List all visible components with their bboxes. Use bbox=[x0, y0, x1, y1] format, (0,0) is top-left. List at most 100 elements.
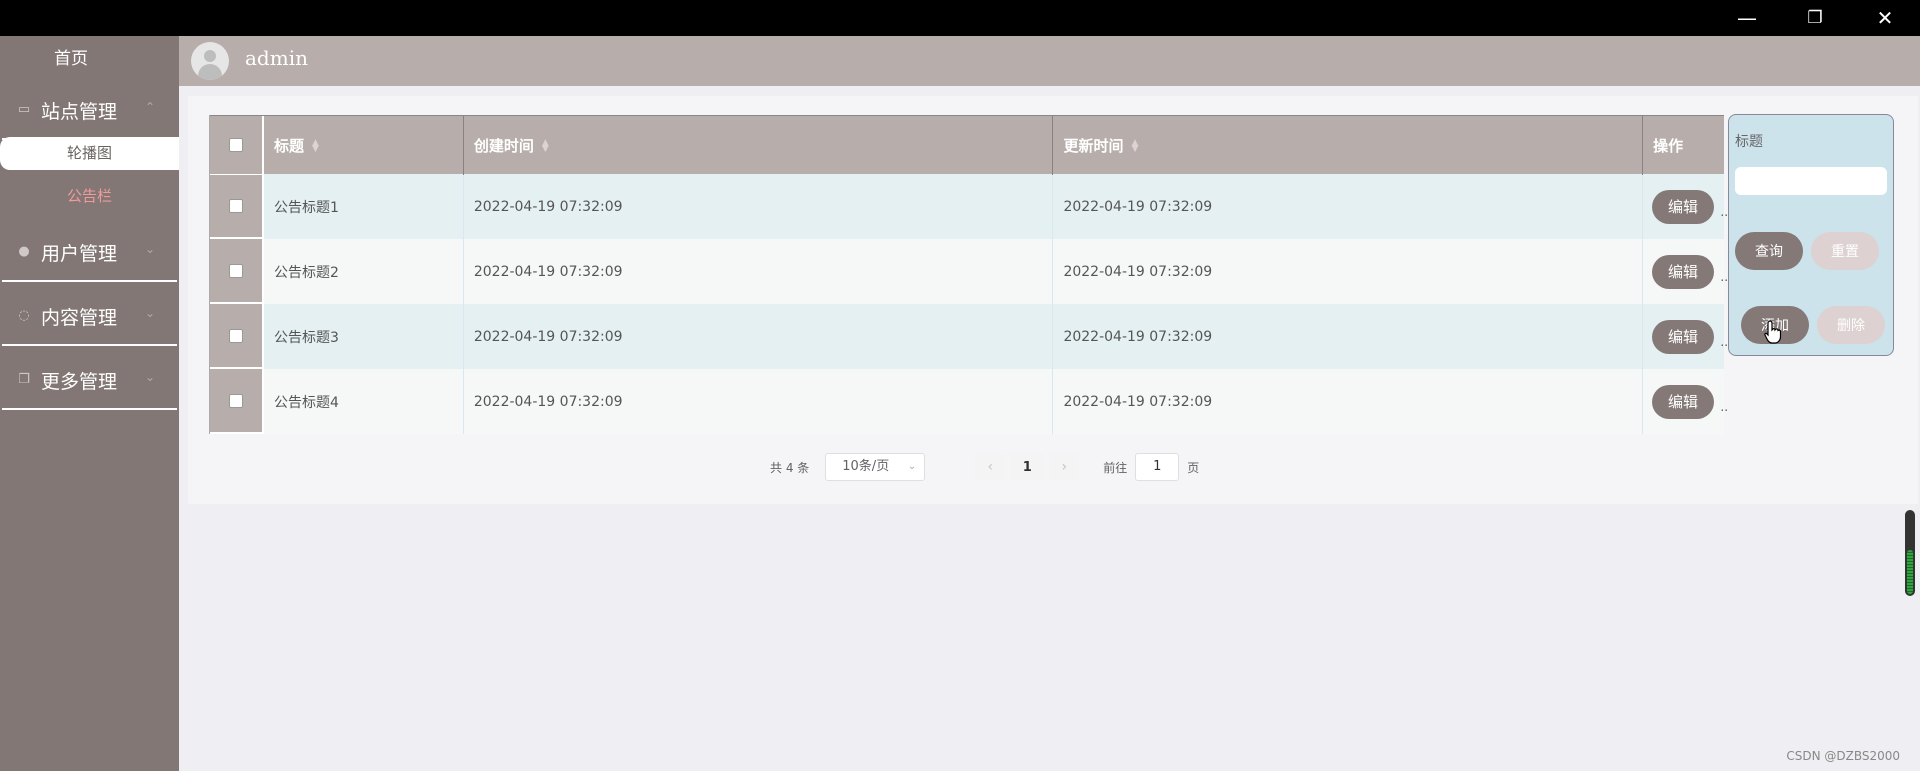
cell-created: 2022-04-19 07:32:09 bbox=[464, 239, 1054, 304]
title-filter-input[interactable] bbox=[1735, 167, 1887, 195]
header-checkbox-cell bbox=[210, 116, 264, 175]
sort-icon[interactable]: ▲ ▼ bbox=[542, 138, 550, 153]
avatar-body-shape bbox=[198, 64, 222, 80]
column-header-label: 标题 bbox=[273, 137, 304, 155]
chevron-up-icon: ⌃ bbox=[144, 100, 155, 114]
cell-action: 编辑 .. bbox=[1643, 174, 1728, 239]
sidebar-item-carousel[interactable]: 轮播图 bbox=[0, 137, 179, 170]
search-panel: 标题 查询 重置 添加 删除 bbox=[1728, 114, 1894, 356]
cell-action: 编辑 .. bbox=[1643, 369, 1728, 434]
page-size-select[interactable]: 10条/页 ⌄ bbox=[825, 453, 926, 481]
prev-page-button[interactable]: ‹ bbox=[975, 453, 1006, 481]
edit-button[interactable]: 编辑 bbox=[1652, 254, 1715, 289]
overflow-ellipsis: .. bbox=[1720, 400, 1729, 414]
sidebar-group-label: 更多管理 bbox=[41, 371, 118, 393]
cell-title: 公告标题4 bbox=[264, 369, 464, 434]
cell-created: 2022-04-19 07:32:09 bbox=[464, 304, 1054, 369]
hand-cursor-icon bbox=[1764, 320, 1782, 344]
close-icon[interactable]: ✕ bbox=[1850, 0, 1920, 36]
cell-title: 公告标题2 bbox=[264, 239, 464, 304]
notice-table: 标题 ▲ ▼ 创建时间 ▲ ▼ 更新时间 ▲ ▼ 操作 公告标题1 2022-04-1… bbox=[209, 115, 1728, 434]
row-checkbox-cell bbox=[210, 174, 264, 239]
goto-page-input[interactable]: 1 bbox=[1135, 453, 1180, 481]
overflow-ellipsis: .. bbox=[1720, 335, 1729, 349]
table-row: 公告标题3 2022-04-19 07:32:09 2022-04-19 07:… bbox=[210, 304, 1728, 369]
column-header-created[interactable]: 创建时间 ▲ ▼ bbox=[464, 116, 1054, 175]
edit-button[interactable]: 编辑 bbox=[1652, 319, 1715, 354]
row-checkbox[interactable] bbox=[228, 393, 243, 408]
next-page-button[interactable]: › bbox=[1049, 453, 1080, 481]
user-icon: ● bbox=[18, 244, 30, 259]
pagination: 共 4 条 10条/页 ⌄ ‹ 1 › 前往 1 页 bbox=[770, 453, 1199, 481]
chevron-down-icon: ⌄ bbox=[907, 461, 917, 472]
page-unit-label: 页 bbox=[1187, 460, 1200, 475]
cell-action: 编辑 .. bbox=[1643, 304, 1728, 369]
row-checkbox[interactable] bbox=[228, 198, 243, 213]
sidebar: 首页 ▭ 站点管理 ⌃ 轮播图 公告栏 ● 用户管理 ⌄ ◌ 内容管理 ⌄ ❐ … bbox=[0, 36, 179, 771]
cell-action: 编辑 .. bbox=[1643, 239, 1728, 304]
select-all-checkbox[interactable] bbox=[228, 138, 243, 152]
sidebar-group-site[interactable]: ▭ 站点管理 ⌃ bbox=[2, 80, 177, 140]
cell-title: 公告标题3 bbox=[264, 304, 464, 369]
sidebar-group-label: 内容管理 bbox=[41, 307, 118, 329]
cell-updated: 2022-04-19 07:32:09 bbox=[1053, 239, 1644, 304]
sidebar-group-label: 站点管理 bbox=[41, 101, 118, 123]
column-header-action: 操作 bbox=[1643, 116, 1724, 175]
chevron-down-icon: ⌄ bbox=[144, 306, 155, 320]
query-button[interactable]: 查询 bbox=[1735, 232, 1803, 270]
column-header-label: 操作 bbox=[1653, 137, 1684, 155]
sidebar-group-users[interactable]: ● 用户管理 ⌄ bbox=[2, 222, 177, 282]
cell-created: 2022-04-19 07:32:09 bbox=[464, 369, 1054, 434]
chevron-down-icon: ⌄ bbox=[144, 370, 155, 384]
row-checkbox-cell bbox=[210, 304, 264, 369]
sidebar-group-more[interactable]: ❐ 更多管理 ⌄ bbox=[2, 350, 177, 410]
sidebar-group-label: 用户管理 bbox=[41, 243, 118, 265]
row-checkbox-cell bbox=[210, 369, 264, 434]
edit-button[interactable]: 编辑 bbox=[1652, 384, 1715, 419]
sidebar-group-content[interactable]: ◌ 内容管理 ⌄ bbox=[2, 286, 177, 346]
window-titlebar: — ❐ ✕ bbox=[0, 0, 1920, 36]
username: admin bbox=[245, 46, 308, 70]
reset-button[interactable]: 重置 bbox=[1811, 232, 1879, 270]
table-row: 公告标题4 2022-04-19 07:32:09 2022-04-19 07:… bbox=[210, 369, 1728, 434]
page-size-value: 10条/页 bbox=[842, 459, 890, 474]
scrollbar-thumb[interactable] bbox=[1907, 550, 1913, 594]
pagination-total: 共 4 条 bbox=[770, 460, 810, 475]
chat-icon: ◌ bbox=[18, 308, 30, 323]
monitor-icon: ▭ bbox=[17, 102, 31, 117]
cell-created: 2022-04-19 07:32:09 bbox=[464, 174, 1054, 239]
row-checkbox[interactable] bbox=[228, 263, 243, 278]
row-checkbox[interactable] bbox=[228, 328, 243, 343]
column-header-updated[interactable]: 更新时间 ▲ ▼ bbox=[1053, 116, 1644, 175]
copy-icon: ❐ bbox=[18, 372, 30, 387]
table-header: 标题 ▲ ▼ 创建时间 ▲ ▼ 更新时间 ▲ ▼ 操作 bbox=[210, 115, 1724, 175]
table-row: 公告标题1 2022-04-19 07:32:09 2022-04-19 07:… bbox=[210, 174, 1728, 239]
goto-label: 前往 bbox=[1103, 460, 1128, 475]
row-checkbox-cell bbox=[210, 239, 264, 304]
cell-title: 公告标题1 bbox=[264, 174, 464, 239]
avatar-head-shape bbox=[204, 50, 216, 62]
cell-updated: 2022-04-19 07:32:09 bbox=[1053, 304, 1644, 369]
chevron-down-icon: ⌄ bbox=[144, 242, 155, 256]
delete-button[interactable]: 删除 bbox=[1817, 306, 1885, 344]
column-header-title[interactable]: 标题 ▲ ▼ bbox=[264, 116, 464, 175]
vertical-scrollbar[interactable] bbox=[1905, 510, 1915, 596]
avatar[interactable] bbox=[191, 42, 229, 80]
column-header-label: 创建时间 bbox=[473, 137, 534, 155]
title-filter-label: 标题 bbox=[1735, 134, 1763, 150]
sidebar-item-home[interactable]: 首页 bbox=[0, 44, 142, 69]
overflow-ellipsis: .. bbox=[1720, 205, 1729, 219]
top-header: admin bbox=[179, 36, 1920, 86]
edit-button[interactable]: 编辑 bbox=[1652, 189, 1715, 224]
column-header-label: 更新时间 bbox=[1063, 137, 1124, 155]
sort-icon[interactable]: ▲ ▼ bbox=[1131, 138, 1139, 153]
page-number-button[interactable]: 1 bbox=[1010, 453, 1045, 481]
sidebar-item-notice[interactable]: 公告栏 bbox=[0, 182, 179, 210]
cell-updated: 2022-04-19 07:32:09 bbox=[1053, 174, 1644, 239]
restore-icon[interactable]: ❐ bbox=[1780, 0, 1850, 36]
sort-icon[interactable]: ▲ ▼ bbox=[312, 138, 320, 153]
minimize-icon[interactable]: — bbox=[1712, 0, 1782, 36]
watermark: CSDN @DZBS2000 bbox=[1786, 749, 1900, 763]
overflow-ellipsis: .. bbox=[1720, 270, 1729, 284]
table-row: 公告标题2 2022-04-19 07:32:09 2022-04-19 07:… bbox=[210, 239, 1728, 304]
